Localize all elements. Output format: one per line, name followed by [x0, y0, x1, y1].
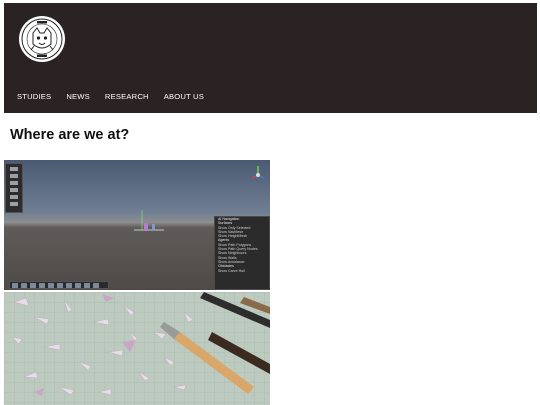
- nav-item-studies[interactable]: STUDIES: [17, 92, 51, 101]
- workbench-photo: [4, 292, 270, 405]
- nav-item-about-us[interactable]: ABOUT US: [164, 92, 204, 101]
- site-logo[interactable]: [19, 16, 65, 62]
- nav-item-news[interactable]: NEWS: [66, 92, 90, 101]
- main-nav: STUDIES NEWS RESEARCH ABOUT US: [17, 92, 219, 101]
- nav-item-research[interactable]: RESEARCH: [105, 92, 149, 101]
- logo-emblem-icon: [21, 18, 63, 60]
- editor-screenshot: AI Navigation Surfaces Show Only Selecte…: [4, 160, 270, 290]
- page-title: Where are we at?: [10, 127, 130, 143]
- cutting-mat-image: [4, 292, 270, 405]
- navigation-overlay-panel: AI Navigation Surfaces Show Only Selecte…: [214, 216, 270, 290]
- panel-line[interactable]: Show Carve Hull: [215, 269, 269, 273]
- site-header: STUDIES NEWS RESEARCH ABOUT US: [4, 3, 537, 113]
- editor-bottom-toolbar: [9, 281, 109, 289]
